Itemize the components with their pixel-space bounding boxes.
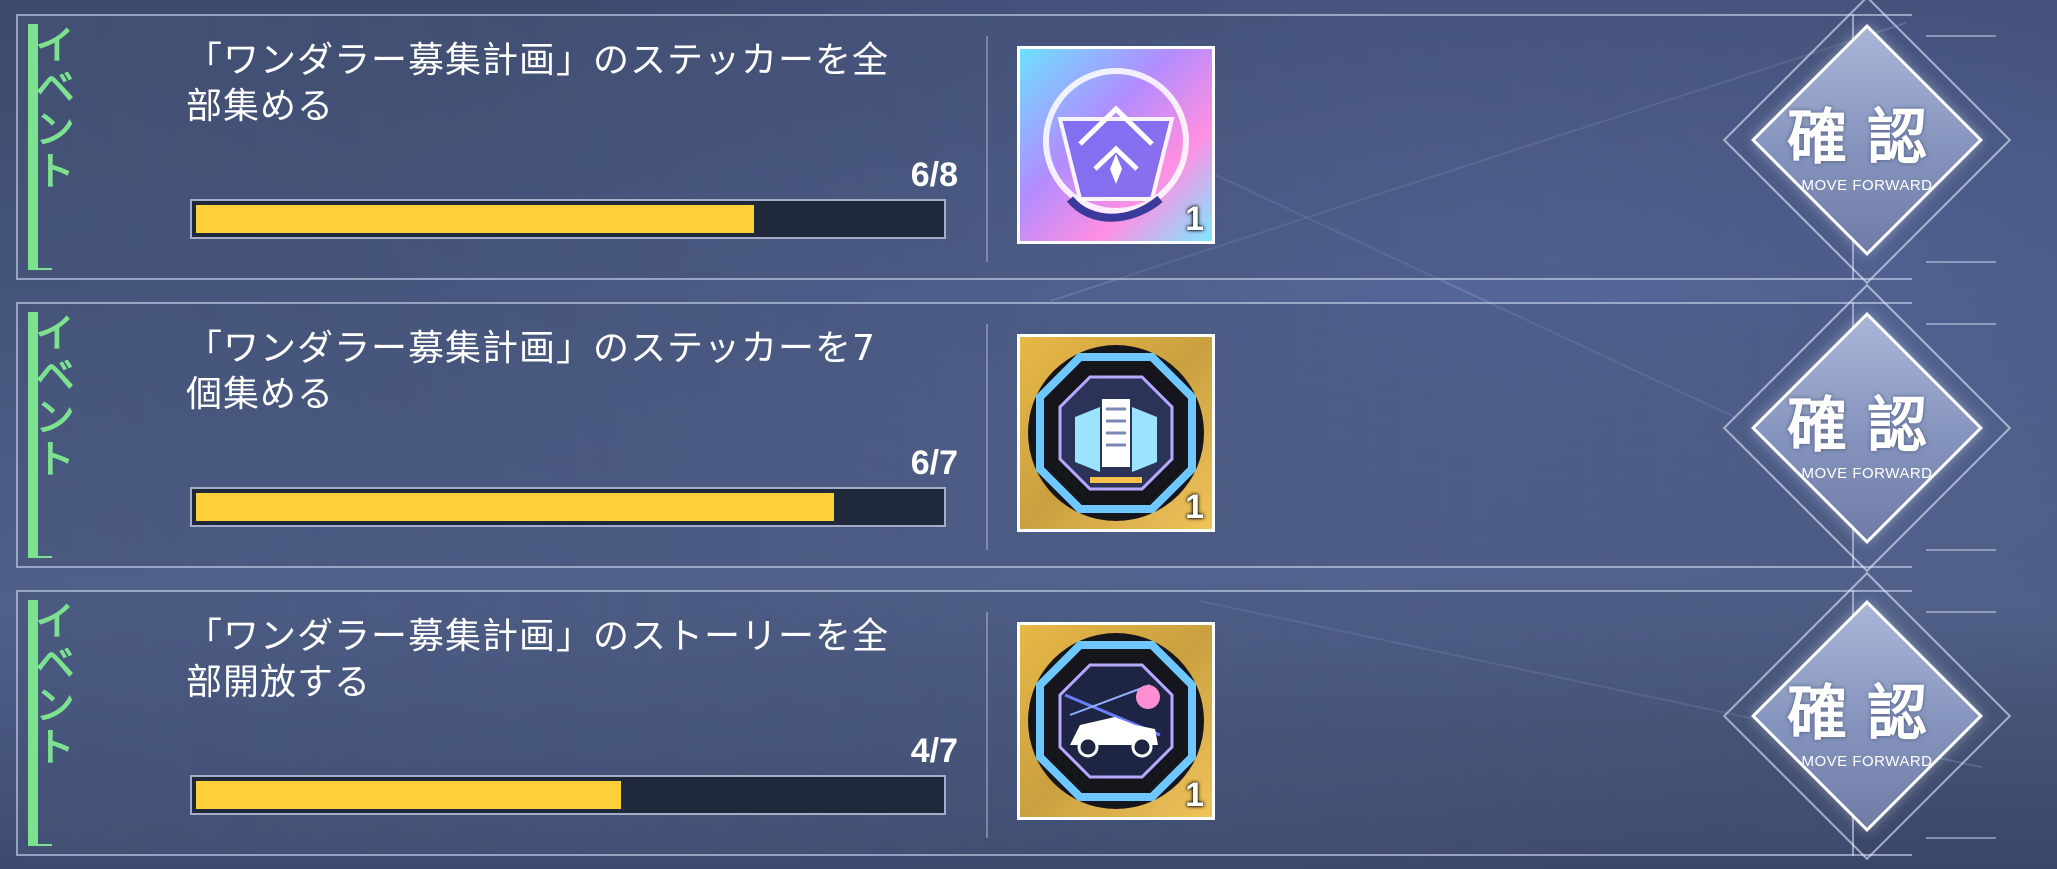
confirm-button-wrap: 確認 MOVE FORWARD xyxy=(1722,283,2012,573)
progress-count: 6/7 xyxy=(910,444,958,482)
progress-fill xyxy=(196,781,621,809)
mission-description: 「ワンダラー募集計画」のステッカーを全 部集める xyxy=(186,40,890,127)
confirm-button-wrap: 確認 MOVE FORWARD xyxy=(1722,571,2012,861)
progress-bar xyxy=(190,487,946,527)
mission-row: イベント 「ワンダラー募集計画」のステッカーを7 個集める 6/7 1 xyxy=(16,302,1912,568)
hologram-sticker-icon xyxy=(1043,68,1189,222)
mission-row: イベント 「ワンダラー募集計画」のストーリーを全 部開放する 4/7 1 xyxy=(16,590,1912,856)
reward-count: 1 xyxy=(1185,776,1204,814)
mission-description: 「ワンダラー募集計画」のステッカーを7 個集める xyxy=(186,328,876,415)
progress-count: 6/8 xyxy=(910,156,958,194)
category-tag: イベント xyxy=(28,24,74,192)
car-badge-icon xyxy=(1028,633,1204,809)
reward-item[interactable]: 1 xyxy=(1017,334,1215,532)
progress-fill xyxy=(196,205,754,233)
reward-count: 1 xyxy=(1185,200,1204,238)
reward-item[interactable]: 1 xyxy=(1017,46,1215,244)
mission-description: 「ワンダラー募集計画」のストーリーを全 部開放する xyxy=(186,616,890,703)
progress-fill xyxy=(196,493,834,521)
building-badge-icon xyxy=(1028,345,1204,521)
divider xyxy=(986,36,988,262)
reward-count: 1 xyxy=(1185,488,1204,526)
divider xyxy=(986,324,988,550)
reward-item[interactable]: 1 xyxy=(1017,622,1215,820)
confirm-button-wrap: 確認 MOVE FORWARD xyxy=(1722,0,2012,285)
category-tag: イベント xyxy=(28,600,74,768)
category-tag: イベント xyxy=(28,312,74,480)
progress-bar xyxy=(190,199,946,239)
mission-row: イベント 「ワンダラー募集計画」のステッカーを全 部集める 6/8 1 xyxy=(16,14,1912,280)
progress-count: 4/7 xyxy=(910,732,958,770)
divider xyxy=(986,612,988,838)
progress-bar xyxy=(190,775,946,815)
